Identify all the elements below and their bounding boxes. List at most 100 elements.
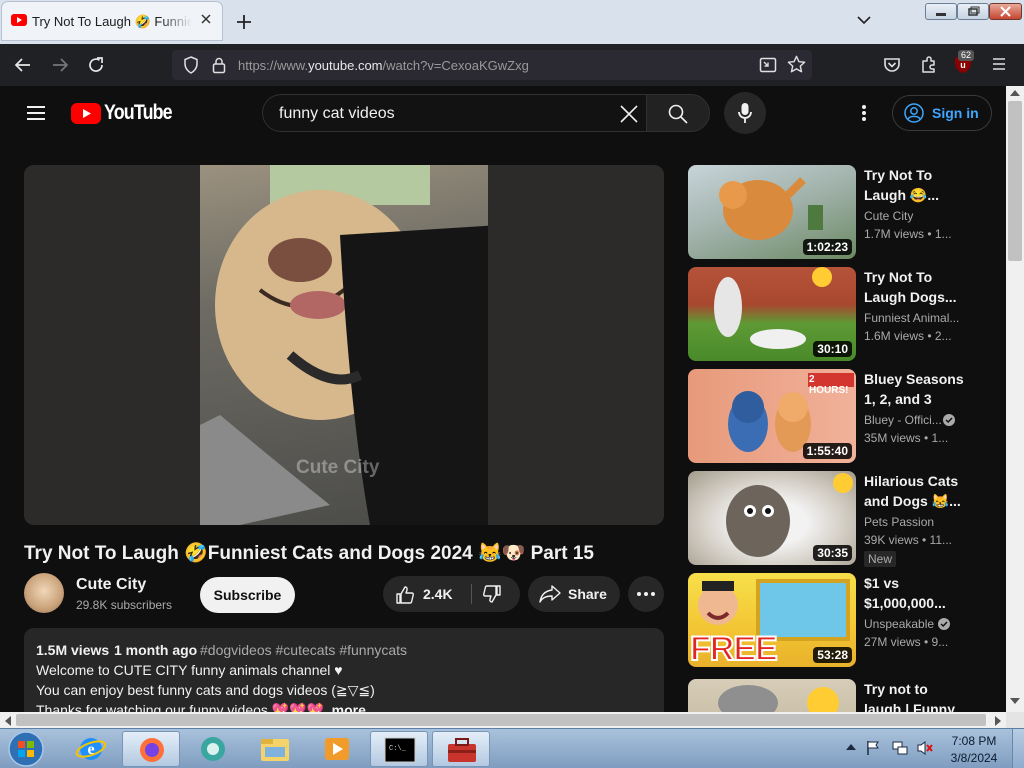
extensions-puzzle-icon[interactable] <box>919 55 939 75</box>
app-taskbar-icon[interactable] <box>184 731 242 767</box>
clear-search-icon[interactable] <box>619 104 639 124</box>
thumbs-up-icon <box>395 585 415 605</box>
network-icon[interactable] <box>891 740 909 756</box>
video-thumbnail[interactable]: 1:02:23 <box>688 165 856 259</box>
hashtags[interactable]: #dogvideos #cutecats #funnycats <box>200 642 407 658</box>
more-actions-button[interactable] <box>628 576 664 612</box>
clock-date[interactable]: 3/8/2024 <box>946 751 1002 765</box>
channel-name: Funniest Animal... <box>864 311 960 325</box>
lock-icon[interactable] <box>212 56 226 74</box>
video-pillarbox-right <box>488 165 664 525</box>
new-tab-icon[interactable] <box>235 13 253 31</box>
recommended-video[interactable]: Try not to laugh | Funny cats... <box>688 679 1006 712</box>
browser-tab[interactable]: Try Not To Laugh 🤣 Funniest Cats and Dog… <box>2 2 222 40</box>
channel-name: Bluey - Offici... <box>864 413 942 427</box>
video-thumbnail[interactable]: 30:10 <box>688 267 856 361</box>
video-thumbnail[interactable]: 2 HOURS! 1:55:40 <box>688 369 856 463</box>
list-tabs-chevron-icon[interactable] <box>856 14 872 26</box>
video-thumbnail[interactable]: 30:35 <box>688 471 856 565</box>
video-meta: 1.6M views • 2... <box>864 329 952 343</box>
svg-text:u: u <box>960 60 966 70</box>
close-tab-icon[interactable] <box>198 11 214 27</box>
sign-in-button[interactable]: Sign in <box>892 95 992 131</box>
video-duration: 30:10 <box>813 341 852 357</box>
search-button[interactable] <box>646 94 710 132</box>
view-count: 1.5M views <box>36 642 110 658</box>
show-more-link[interactable]: ...more <box>320 702 366 712</box>
show-hidden-icons-chevron-icon[interactable] <box>846 744 856 750</box>
recommended-video[interactable]: 2 HOURS! 1:55:40 Bluey Seasons 1, 2, and… <box>688 369 1006 465</box>
picture-in-picture-icon[interactable] <box>759 56 777 74</box>
url-text[interactable]: https://www.youtube.com/watch?v=CexoaKGw… <box>238 58 529 73</box>
bookmark-star-icon[interactable] <box>787 55 806 74</box>
subscribe-button[interactable]: Subscribe <box>200 577 295 613</box>
description-line-3: Thanks for watching our funny videos 💖💖💖 <box>36 702 325 712</box>
hamburger-menu-icon[interactable] <box>991 57 1007 71</box>
scrollbar-thumb[interactable] <box>1008 101 1022 261</box>
forward-arrow-icon[interactable] <box>51 56 69 74</box>
share-label: Share <box>568 586 607 602</box>
back-arrow-icon[interactable] <box>14 56 32 74</box>
voice-search-button[interactable] <box>724 92 766 134</box>
media-player-taskbar-icon[interactable] <box>308 731 366 767</box>
video-thumbnail[interactable]: FREE 53:28 <box>688 573 856 667</box>
recommended-video[interactable]: 1:02:23 Try Not To Laugh 😂... Cute City … <box>688 165 1006 261</box>
volume-muted-icon[interactable] <box>916 740 934 756</box>
command-prompt-taskbar-icon[interactable]: C:\_ <box>370 731 428 767</box>
scroll-right-arrow-icon[interactable] <box>995 716 1001 726</box>
action-center-flag-icon[interactable] <box>866 740 880 756</box>
firefox-taskbar-icon[interactable] <box>122 731 180 767</box>
recommended-video[interactable]: 30:10 Try Not To Laugh Dogs... Funniest … <box>688 267 1006 363</box>
show-desktop-button[interactable] <box>1012 729 1024 768</box>
verified-badge-icon <box>943 414 955 426</box>
channel-name[interactable]: Cute City <box>76 576 146 594</box>
horizontal-scrollbar-thumb[interactable] <box>16 714 986 726</box>
video-thumbnail[interactable] <box>688 679 856 712</box>
settings-more-icon[interactable] <box>861 104 867 122</box>
thumbnail-text: 2 HOURS! <box>809 374 849 396</box>
pocket-icon[interactable] <box>883 56 901 74</box>
share-arrow-icon <box>539 584 561 604</box>
start-button[interactable] <box>5 729 47 768</box>
file-explorer-taskbar-icon[interactable] <box>246 731 304 767</box>
toolbox-taskbar-icon[interactable] <box>432 731 490 767</box>
minimize-button[interactable] <box>925 3 957 20</box>
horizontal-scrollbar[interactable] <box>0 712 1006 728</box>
scroll-up-arrow-icon[interactable] <box>1010 90 1020 96</box>
video-duration: 30:35 <box>813 545 852 561</box>
subscriber-count: 29.8K subscribers <box>76 598 173 612</box>
internet-explorer-taskbar-icon[interactable]: e <box>62 731 120 767</box>
video-watermark: Cute City <box>296 457 380 478</box>
shield-icon[interactable] <box>183 56 199 74</box>
video-title: Try Not To Laugh 🤣Funniest Cats and Dogs… <box>24 543 594 564</box>
recommended-video[interactable]: 30:35 Hilarious Cats and Dogs 😹... Pets … <box>688 471 1006 567</box>
share-button[interactable]: Share <box>528 576 620 612</box>
clock-time[interactable]: 7:08 PM <box>946 734 1002 748</box>
scroll-down-arrow-icon[interactable] <box>1010 698 1020 704</box>
scroll-left-arrow-icon[interactable] <box>5 716 11 726</box>
dislike-button[interactable] <box>472 576 520 612</box>
recommended-video[interactable]: FREE 53:28 $1 vs $1,000,000... Unspeakab… <box>688 573 1006 669</box>
search-icon <box>668 104 688 124</box>
video-meta: 27M views • 9... <box>864 635 949 649</box>
close-window-button[interactable] <box>989 3 1022 20</box>
youtube-logo-icon[interactable] <box>71 103 101 124</box>
extensions-badge: 62 <box>958 50 975 61</box>
video-duration: 1:55:40 <box>802 443 852 459</box>
description-box[interactable]: 1.5M views 1 month ago #dogvideos #cutec… <box>24 628 664 712</box>
verified-badge-icon <box>938 618 950 630</box>
guide-menu-icon[interactable] <box>26 105 46 121</box>
video-player[interactable]: Cute City <box>24 165 664 525</box>
tab-strip: Try Not To Laugh 🤣 Funniest Cats and Dog… <box>0 0 1024 44</box>
reload-icon[interactable] <box>87 56 105 74</box>
microphone-icon <box>738 102 752 124</box>
like-button[interactable]: 2.4K <box>383 576 471 612</box>
channel-avatar[interactable] <box>24 573 64 613</box>
address-bar[interactable]: https://www.youtube.com/watch?v=CexoaKGw… <box>172 50 812 80</box>
video-meta: 35M views • 1... <box>864 431 949 445</box>
vertical-scrollbar[interactable] <box>1006 86 1024 712</box>
restore-button[interactable] <box>957 3 989 20</box>
screen: Try Not To Laugh 🤣 Funniest Cats and Dog… <box>0 0 1024 768</box>
youtube-logo-text: YouTube <box>104 101 173 124</box>
search-input[interactable]: funny cat videos <box>262 94 646 132</box>
